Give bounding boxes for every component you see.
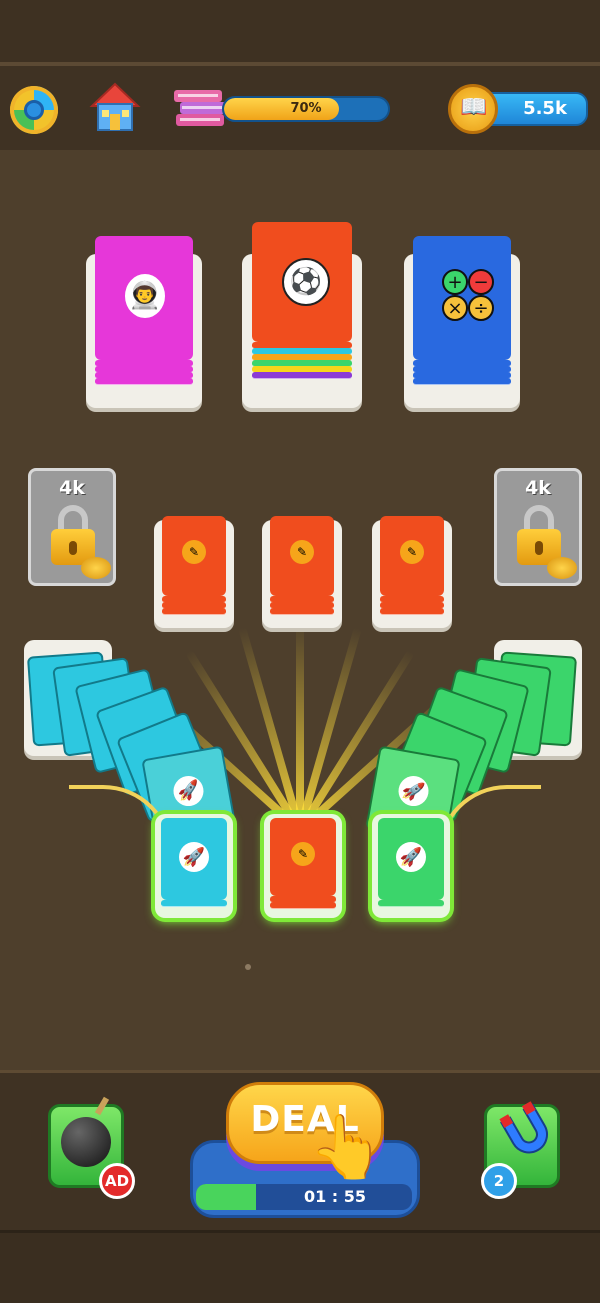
magnet-count-badge: 2 bbox=[481, 1163, 517, 1199]
rocket-icon: 🚀 bbox=[179, 842, 209, 872]
bottom-stack-1[interactable]: 🚀 bbox=[155, 814, 233, 918]
pencil-coin-icon: ✎ bbox=[291, 842, 315, 866]
ad-badge: AD bbox=[99, 1163, 135, 1199]
page-dot bbox=[245, 964, 251, 970]
bomb-icon bbox=[61, 1117, 111, 1167]
bottom-stack-3[interactable]: 🚀 bbox=[372, 814, 450, 918]
pointing-hand-icon: 👆 bbox=[308, 1110, 386, 1183]
rocket-icon: 🚀 bbox=[396, 842, 426, 872]
bottom-stack-2[interactable]: ✎ bbox=[264, 814, 342, 918]
magnet-booster-button[interactable]: 2 bbox=[481, 1101, 560, 1199]
magnet-icon bbox=[499, 1101, 548, 1154]
rocket-icon: 🚀 bbox=[396, 773, 431, 809]
rocket-icon: 🚀 bbox=[171, 773, 206, 809]
deal-timer-fill bbox=[196, 1184, 256, 1210]
bomb-booster-button[interactable]: AD bbox=[48, 1096, 135, 1199]
